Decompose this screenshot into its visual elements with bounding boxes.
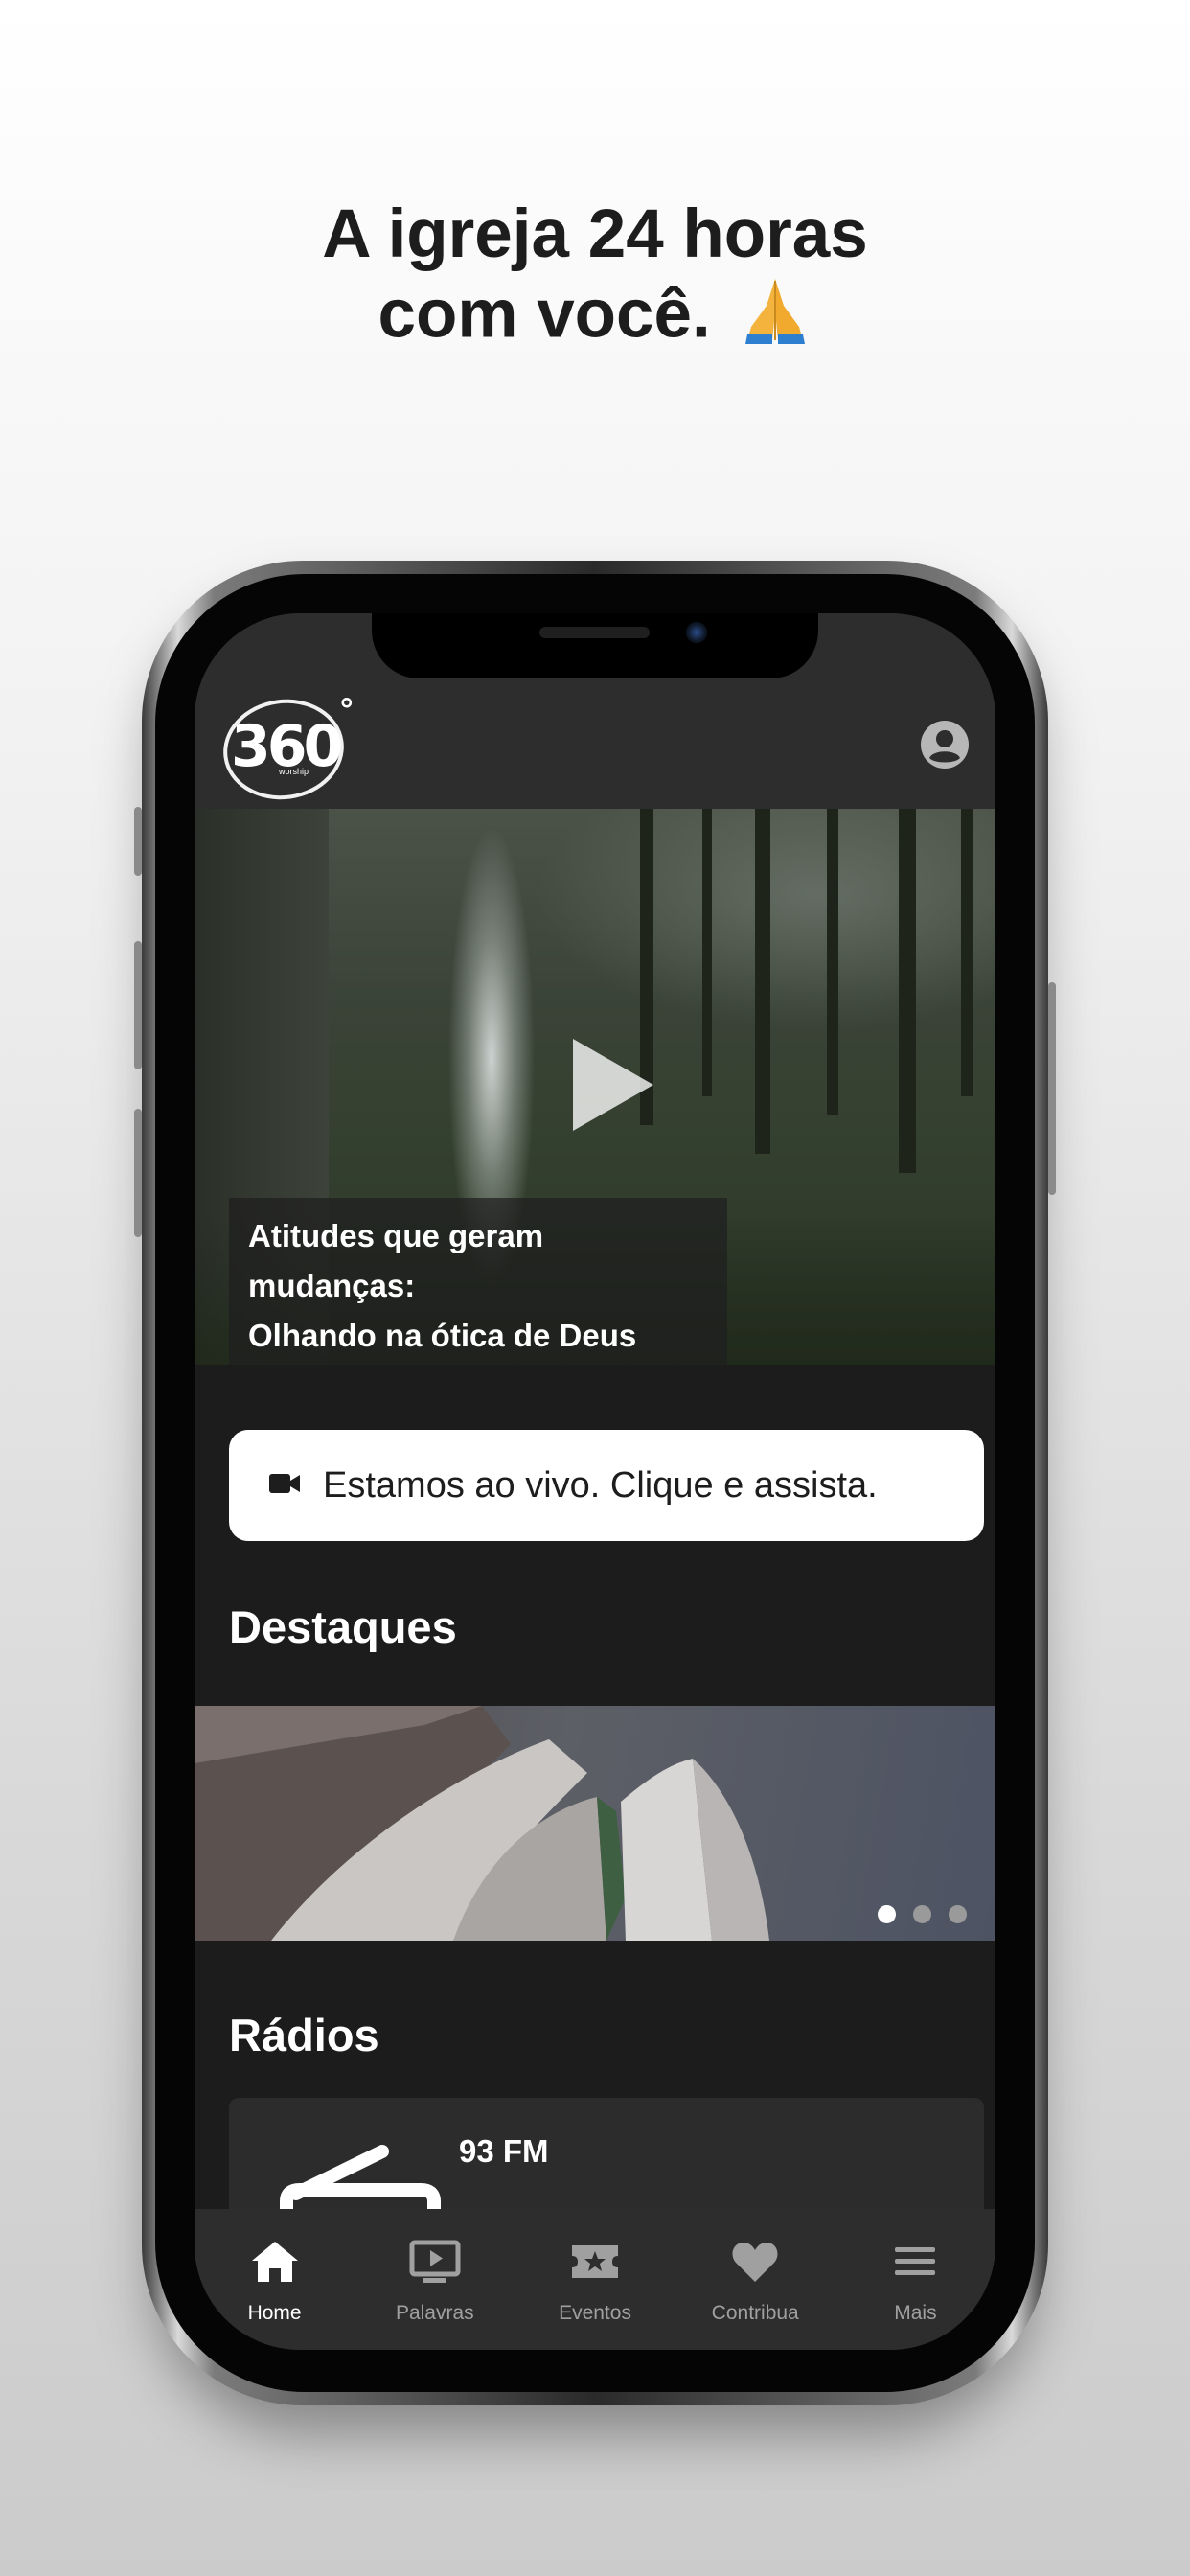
tab-eventos[interactable]: Eventos [515,2209,675,2350]
power-button [1048,982,1056,1195]
speaker-grille [539,627,650,638]
carousel-dot-2[interactable] [913,1905,931,1923]
carousel-pagination [878,1905,967,1923]
heart-icon [731,2240,779,2288]
app-logo[interactable]: 360 ° worship [217,691,362,808]
headline-line-2: com você. [378,276,711,353]
tab-mais[interactable]: Mais [835,2209,995,2350]
menu-icon [891,2240,939,2288]
hero-caption-line-2: Olhando na ótica de Deus [248,1318,637,1353]
volume-up-button [134,941,142,1070]
front-camera [686,622,707,643]
tv-play-icon [409,2240,461,2288]
notch [372,613,818,678]
live-stream-label: Estamos ao vivo. Clique e assista. [323,1464,878,1506]
marketing-headline: A igreja 24 horas com você. [0,196,1190,364]
live-stream-button[interactable]: Estamos ao vivo. Clique e assista. [229,1430,984,1541]
volume-down-button [134,1109,142,1237]
home-icon [251,2240,299,2288]
tab-contribua[interactable]: Contribua [675,2209,835,2350]
mute-switch [134,807,142,876]
highlights-title: Destaques [229,1601,457,1652]
carousel-dot-3[interactable] [949,1905,967,1923]
bottom-tab-bar: Home Palavras Eventos Contribua Mais [195,2209,995,2350]
radio-name: 93 FM [459,2133,549,2169]
hero-caption: Atitudes que geram mudanças: Olhando na … [229,1198,727,1365]
hero-caption-line-1: Atitudes que geram mudanças: [248,1218,544,1303]
ticket-star-icon [570,2240,620,2288]
phone-screen: 360 ° worship Atitudes que geram mudança… [195,613,995,2350]
tab-home[interactable]: Home [195,2209,355,2350]
account-circle-icon[interactable] [920,720,970,770]
praying-hands-icon [738,273,812,364]
video-camera-icon [269,1472,300,1500]
headline-line-1: A igreja 24 horas [322,196,868,272]
highlights-carousel[interactable] [195,1706,995,1941]
carousel-dot-1[interactable] [878,1905,896,1923]
radios-title: Rádios [229,2010,379,2060]
play-icon[interactable] [573,1039,653,1131]
tab-palavras[interactable]: Palavras [355,2209,515,2350]
hero-video[interactable]: Atitudes que geram mudanças: Olhando na … [195,809,995,1365]
